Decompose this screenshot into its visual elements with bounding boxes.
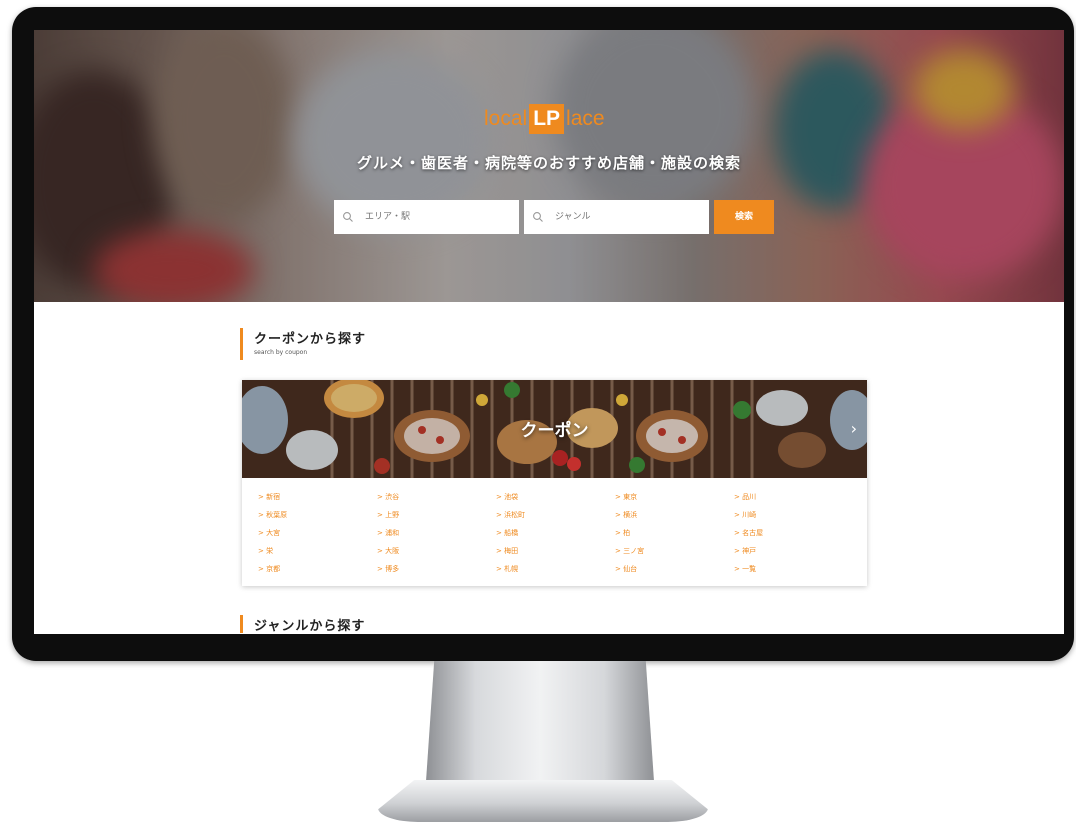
coupon-area-links: > 新宿 > 渋谷 > 池袋 > 東京 > 品川 > 秋葉原 > 上野 > 浜松… [258,490,858,577]
coupon-section-heading: クーポンから探す search by coupon [240,328,366,360]
area-link[interactable]: > 秋葉原 [258,508,377,523]
section-accent-bar [240,328,243,360]
monitor-stand-base [378,780,708,822]
coupon-section-subtitle: search by coupon [254,349,308,356]
area-search-input[interactable] [363,211,507,223]
area-link[interactable]: > 柏 [615,526,734,541]
area-link[interactable]: > 浦和 [377,526,496,541]
area-link[interactable]: > 横浜 [615,508,734,523]
logo-text-box: LP [529,104,565,134]
area-link[interactable]: > 大阪 [377,544,496,559]
search-icon [343,212,353,222]
area-link[interactable]: > 札幌 [496,562,615,577]
hero-title: グルメ・歯医者・病院等のおすすめ店舗・施設の検索 [356,154,741,172]
monitor-screen: local LP lace グルメ・歯医者・病院等のおすすめ店舗・施設の検索 エ… [34,30,1064,634]
area-link[interactable]: > 上野 [377,508,496,523]
chevron-right-icon[interactable]: › [851,419,857,438]
area-link[interactable]: > 一覧 [734,562,853,577]
area-link[interactable]: > 大宮 [258,526,377,541]
area-link[interactable]: > 仙台 [615,562,734,577]
area-link[interactable]: > 東京 [615,490,734,505]
area-link[interactable]: > 博多 [377,562,496,577]
area-link[interactable]: > 神戸 [734,544,853,559]
area-link[interactable]: > 渋谷 [377,490,496,505]
area-link[interactable]: > 三ノ宮 [615,544,734,559]
coupon-banner[interactable]: クーポン › [242,380,867,478]
area-link[interactable]: > 品川 [734,490,853,505]
area-link[interactable]: > 船橋 [496,526,615,541]
logo-text-right: lace [566,107,605,130]
genre-section-title: ジャンルから探す [254,619,366,634]
site-logo[interactable]: local LP lace [484,104,605,134]
area-link[interactable]: > 名古屋 [734,526,853,541]
hero-section: local LP lace グルメ・歯医者・病院等のおすすめ店舗・施設の検索 エ… [34,30,1064,302]
logo-text-left: local [484,107,528,130]
search-icon [533,212,543,222]
genre-section-heading: ジャンルから探す [240,615,366,634]
section-accent-bar [240,615,243,633]
area-link[interactable]: > 新宿 [258,490,377,505]
area-link[interactable]: > 浜松町 [496,508,615,523]
area-search-field[interactable] [334,200,519,234]
coupon-section-title: クーポンから探す [254,332,367,347]
area-link[interactable]: > 川崎 [734,508,853,523]
area-link[interactable]: > 梅田 [496,544,615,559]
area-link[interactable]: > 京都 [258,562,377,577]
search-button[interactable]: 検索 [714,200,774,234]
stage: local LP lace グルメ・歯医者・病院等のおすすめ店舗・施設の検索 エ… [0,0,1076,826]
genre-search-input[interactable] [553,211,697,223]
monitor-stand-neck [425,661,655,796]
coupon-banner-title: クーポン [520,421,589,441]
area-link[interactable]: > 池袋 [496,490,615,505]
area-link[interactable]: > 栄 [258,544,377,559]
genre-search-field[interactable] [524,200,709,234]
coupon-card: クーポン › > 新宿 > 渋谷 > 池袋 > 東京 > 品川 > 秋葉原 > … [242,380,867,586]
